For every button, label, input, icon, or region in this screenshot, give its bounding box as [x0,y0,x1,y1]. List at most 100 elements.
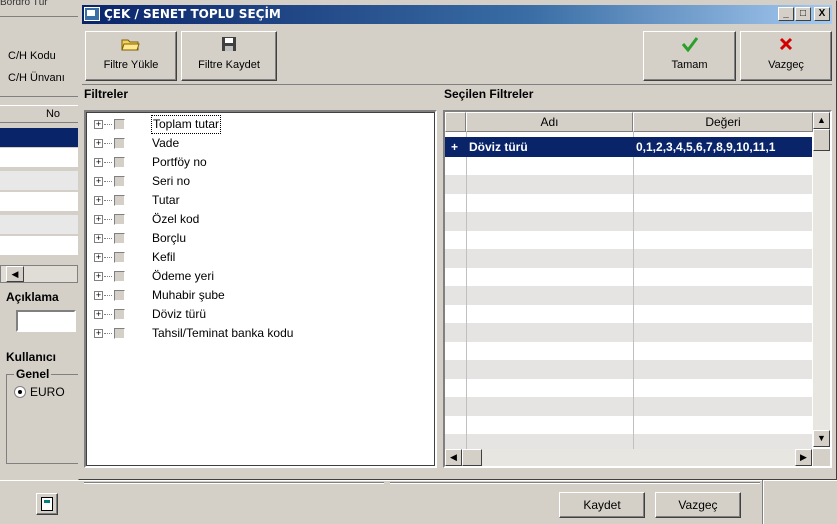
tree-item[interactable]: + Vade [94,134,424,153]
filter-checkbox[interactable] [114,252,125,263]
scroll-down-icon[interactable]: ▼ [813,430,830,447]
grid-row-selected[interactable]: + Döviz türü 0,1,2,3,4,5,6,7,8,9,10,11,1 [445,137,812,157]
expand-plus-icon[interactable]: + [94,139,103,148]
grid-column-divider [466,132,467,452]
euro-radio[interactable] [14,386,26,398]
tree-item[interactable]: + Toplam tutar [94,115,424,134]
tree-item[interactable]: + Borçlu [94,229,424,248]
grid-row[interactable] [445,397,812,416]
expand-plus-icon[interactable]: + [94,329,103,338]
background-divider [84,482,384,484]
filter-checkbox[interactable] [114,328,125,339]
minimize-button[interactable]: _ [778,7,794,21]
grid-horizontal-scrollbar[interactable]: ◀ ▶ [445,449,812,466]
expand-plus-icon[interactable]: + [94,177,103,186]
aciklama-input[interactable] [16,310,76,332]
filter-checkbox[interactable] [114,157,125,168]
maximize-button[interactable]: □ [795,7,811,21]
filter-checkbox[interactable] [114,290,125,301]
cancel-label: Vazgeç [768,59,804,71]
grid-header-value[interactable]: Değeri [633,112,813,132]
scroll-right-icon[interactable]: ▶ [795,449,812,466]
grid-row[interactable] [445,286,812,305]
filter-checkbox[interactable] [114,271,125,282]
filter-checkbox[interactable] [114,195,125,206]
background-cancel-button[interactable]: Vazgeç [655,492,741,518]
tree-item[interactable]: + Portföy no [94,153,424,172]
kullanici-label: Kullanıcı [6,350,57,364]
load-filter-button[interactable]: Filtre Yükle [85,31,177,81]
grid-row[interactable] [445,212,812,231]
tree-item[interactable]: + Tutar [94,191,424,210]
expand-plus-icon[interactable]: + [94,215,103,224]
grid-row[interactable] [445,231,812,250]
cancel-button[interactable]: Vazgeç [740,31,832,81]
grid-row[interactable] [445,360,812,379]
grid-row[interactable] [445,175,812,194]
expand-plus-icon[interactable]: + [94,158,103,167]
filter-checkbox[interactable] [114,119,125,130]
background-grid-row[interactable] [0,236,78,255]
expand-plus-icon[interactable]: + [94,310,103,319]
scroll-left-icon[interactable]: ◀ [445,449,462,466]
tree-item-label: Özel kod [152,212,200,226]
filter-checkbox[interactable] [114,309,125,320]
background-grid-row[interactable] [0,192,78,211]
tree-item[interactable]: + Özel kod [94,210,424,229]
background-grid-header-no[interactable]: No [0,105,78,123]
tree-item-label: Vade [152,136,180,150]
scroll-up-icon[interactable]: ▲ [813,112,830,129]
grid-row[interactable] [445,157,812,176]
expand-plus-icon[interactable]: + [94,272,103,281]
expand-plus-icon[interactable]: + [94,196,103,205]
grid-row[interactable] [445,379,812,398]
calculator-icon [41,497,53,511]
calculator-button[interactable] [36,493,58,515]
save-filter-button[interactable]: Filtre Kaydet [181,31,277,81]
scroll-left-icon[interactable]: ◀ [6,266,24,282]
dialog-title: ÇEK / SENET TOPLU SEÇİM [104,7,281,21]
tree-item[interactable]: + Tahsil/Teminat banka kodu [94,324,424,343]
background-grid-row[interactable] [0,171,78,190]
filter-checkbox[interactable] [114,214,125,225]
grid-row[interactable] [445,416,812,435]
tree-item[interactable]: + Döviz türü [94,305,424,324]
expand-plus-icon[interactable]: + [94,234,103,243]
grid-vertical-scrollbar[interactable]: ▲ ▼ [813,112,830,447]
expand-plus-icon[interactable]: + [94,120,103,129]
filter-checkbox[interactable] [114,233,125,244]
grid-cell-value[interactable]: 0,1,2,3,4,5,6,7,8,9,10,11,1 [636,140,775,154]
background-grid-row[interactable] [0,215,78,234]
grid-row[interactable] [445,268,812,287]
background-grid-row[interactable] [0,148,78,167]
grid-row[interactable] [445,249,812,268]
filter-checkbox[interactable] [114,138,125,149]
scroll-thumb[interactable] [813,129,830,151]
expand-plus-icon[interactable]: + [94,291,103,300]
grid-row[interactable] [445,305,812,324]
grid-row[interactable] [445,194,812,213]
tree-item[interactable]: + Seri no [94,172,424,191]
background-grid-row[interactable] [0,128,78,147]
expand-plus-icon[interactable]: + [94,253,103,262]
scroll-thumb[interactable] [462,449,482,466]
filters-tree[interactable]: + Toplam tutar + Vade + Portföy no + Ser… [84,110,437,468]
app-icon[interactable] [84,7,100,21]
filter-checkbox[interactable] [114,176,125,187]
tree-item[interactable]: + Muhabir şube [94,286,424,305]
close-button[interactable]: X [814,7,830,21]
tree-item-label: Döviz türü [152,307,207,321]
tree-item[interactable]: + Ödeme yeri [94,267,424,286]
grid-cell-name[interactable]: Döviz türü [469,140,528,154]
tree-item-label: Muhabir şube [152,288,225,302]
grid-row[interactable] [445,323,812,342]
grid-header-name[interactable]: Adı [466,112,633,132]
grid-row[interactable] [445,342,812,361]
tree-item-label: Toplam tutar [150,115,222,134]
background-save-button[interactable]: Kaydet [559,492,645,518]
ok-button[interactable]: Tamam [643,31,736,81]
tree-item[interactable]: + Kefil [94,248,424,267]
background-divider [0,96,78,97]
scroll-corner [813,449,830,466]
selected-filters-grid[interactable]: Adı Değeri + Döviz türü 0,1,2,3,4,5,6,7,… [443,110,832,468]
